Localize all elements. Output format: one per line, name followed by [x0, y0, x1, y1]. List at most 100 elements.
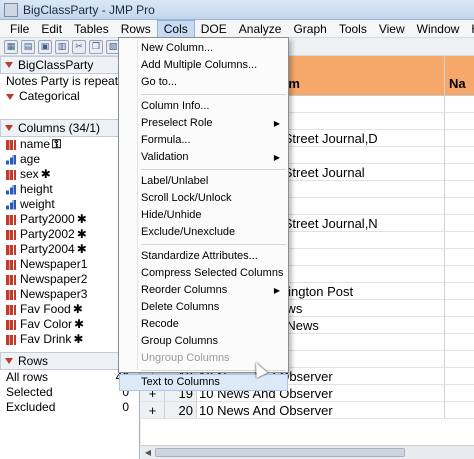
open-icon[interactable]: ▤ — [21, 39, 35, 54]
column-property-asterisk-icon[interactable]: ✱ — [77, 212, 87, 227]
column-label: Fav Drink — [20, 332, 72, 346]
column-property-asterisk-icon[interactable]: ✱ — [73, 302, 83, 317]
menu-item-scroll-lock-unlock[interactable]: Scroll Lock/Unlock — [119, 190, 288, 207]
column-property-asterisk-icon[interactable]: ✱ — [74, 317, 84, 332]
table-cell[interactable] — [444, 351, 474, 367]
horizontal-scrollbar[interactable]: ◀ — [141, 445, 474, 459]
menu-item-label-unlabel[interactable]: Label/Unlabel — [119, 173, 288, 190]
column-label: Fav Color — [20, 317, 73, 331]
menu-help[interactable]: Help — [465, 20, 474, 38]
rows-summary-value: 0 — [122, 400, 129, 414]
table-cell[interactable] — [444, 96, 474, 112]
menu-item-validation[interactable]: Validation ▶ — [119, 149, 288, 166]
menu-tables[interactable]: Tables — [68, 20, 115, 38]
column-label: sex — [20, 167, 39, 181]
menu-item-text-to-columns[interactable]: Text to Columns — [119, 374, 288, 391]
row-state-cell[interactable]: + — [141, 402, 165, 418]
menu-view[interactable]: View — [373, 20, 411, 38]
scroll-left-icon[interactable]: ◀ — [141, 446, 155, 459]
menu-item-hide-unhide[interactable]: Hide/Unhide — [119, 207, 288, 224]
nominal-modeling-icon — [6, 304, 16, 315]
menu-item-label: Compress Selected Columns — [141, 267, 284, 279]
menu-analyze[interactable]: Analyze — [233, 20, 288, 38]
red-triangle-icon[interactable] — [5, 125, 13, 131]
menu-separator — [141, 94, 286, 95]
copy-icon[interactable]: ❐ — [89, 39, 103, 54]
table-cell[interactable] — [444, 147, 474, 163]
menu-edit[interactable]: Edit — [35, 20, 68, 38]
cols-menu: New Column... Add Multiple Columns... Go t… — [118, 37, 289, 391]
jmp-app-icon — [4, 2, 18, 17]
table-cell[interactable] — [444, 283, 474, 299]
menu-item-preselect-role[interactable]: Preselect Role ▶ — [119, 115, 288, 132]
menu-item-column-info[interactable]: Column Info... — [119, 98, 288, 115]
menu-item-reorder-columns[interactable]: Reorder Columns ▶ — [119, 282, 288, 299]
menu-item-label: Recode — [141, 318, 179, 330]
column-label: height — [20, 182, 53, 196]
column-label: Party2004 — [20, 242, 75, 256]
column-property-asterisk-icon[interactable]: ✱ — [73, 332, 83, 347]
table-cell[interactable] — [444, 215, 474, 231]
menu-item-standardize-attributes[interactable]: Standardize Attributes... — [119, 248, 288, 265]
table-cell[interactable] — [444, 198, 474, 214]
key-icon[interactable]: ⚿ — [52, 137, 61, 152]
scroll-thumb[interactable] — [155, 448, 405, 457]
table-cell[interactable] — [444, 249, 474, 265]
red-triangle-icon[interactable] — [5, 358, 13, 364]
cut-icon[interactable]: ✂ — [72, 39, 86, 54]
menu-item-label: Ungroup Columns — [141, 352, 230, 364]
new-table-icon[interactable]: ▦ — [4, 39, 18, 54]
menu-cols[interactable]: Cols — [156, 19, 195, 38]
menu-item-formula[interactable]: Formula... — [119, 132, 288, 149]
red-triangle-icon[interactable] — [6, 93, 14, 100]
table-cell[interactable] — [444, 402, 474, 418]
table-cell[interactable] — [444, 181, 474, 197]
submenu-arrow-icon: ▶ — [273, 119, 280, 128]
table-cell[interactable]: 10 News And Observer — [197, 402, 444, 418]
menu-item-group-columns[interactable]: Group Columns — [119, 333, 288, 350]
column-property-asterisk-icon[interactable]: ✱ — [77, 242, 87, 257]
menu-item-label: Standardize Attributes... — [141, 250, 258, 262]
table-row[interactable]: +20 10 News And Observer — [141, 402, 474, 419]
print-icon[interactable]: ▥ — [55, 39, 69, 54]
table-cell[interactable] — [444, 113, 474, 129]
menu-item-recode[interactable]: Recode — [119, 316, 288, 333]
column-property-asterisk-icon[interactable]: ✱ — [41, 167, 51, 182]
menu-window[interactable]: Window — [411, 20, 466, 38]
columns-count: Columns (34/1) — [18, 121, 101, 135]
continuous-modeling-icon — [6, 154, 16, 165]
continuous-modeling-icon — [6, 199, 16, 210]
menu-rows[interactable]: Rows — [115, 20, 157, 38]
menu-item-label: New Column... — [141, 42, 214, 54]
table-cell[interactable] — [444, 334, 474, 350]
table-cell[interactable] — [444, 317, 474, 333]
menu-item-delete-columns[interactable]: Delete Columns — [119, 299, 288, 316]
column-property-asterisk-icon[interactable]: ✱ — [77, 227, 87, 242]
menu-item-compress-selected-columns[interactable]: Compress Selected Columns — [119, 265, 288, 282]
nominal-modeling-icon — [6, 319, 16, 330]
rows-header-label: Rows — [18, 354, 49, 368]
table-cell[interactable] — [444, 130, 474, 146]
table-cell[interactable] — [444, 232, 474, 248]
save-icon[interactable]: ▣ — [38, 39, 52, 54]
menu-item-go-to[interactable]: Go to... — [119, 74, 288, 91]
menu-doe[interactable]: DOE — [195, 20, 233, 38]
table-cell[interactable] — [444, 300, 474, 316]
menu-item-new-column[interactable]: New Column... — [119, 40, 288, 57]
menu-graph[interactable]: Graph — [287, 20, 332, 38]
table-cell[interactable] — [444, 368, 474, 384]
table-cell[interactable] — [444, 266, 474, 282]
red-triangle-icon[interactable] — [5, 62, 13, 68]
menu-tools[interactable]: Tools — [333, 20, 373, 38]
nominal-modeling-icon — [6, 289, 16, 300]
nominal-modeling-icon — [6, 334, 16, 345]
table-name: BigClassParty — [18, 58, 94, 72]
menu-item-label: Scroll Lock/Unlock — [141, 192, 232, 204]
menu-file[interactable]: File — [4, 20, 35, 38]
column-header-name[interactable]: Na — [444, 56, 474, 95]
table-cell[interactable] — [444, 385, 474, 401]
menu-item-add-multiple-columns[interactable]: Add Multiple Columns... — [119, 57, 288, 74]
table-cell[interactable] — [444, 164, 474, 180]
row-number-cell[interactable]: 20 — [165, 402, 197, 418]
menu-item-exclude-unexclude[interactable]: Exclude/Unexclude — [119, 224, 288, 241]
